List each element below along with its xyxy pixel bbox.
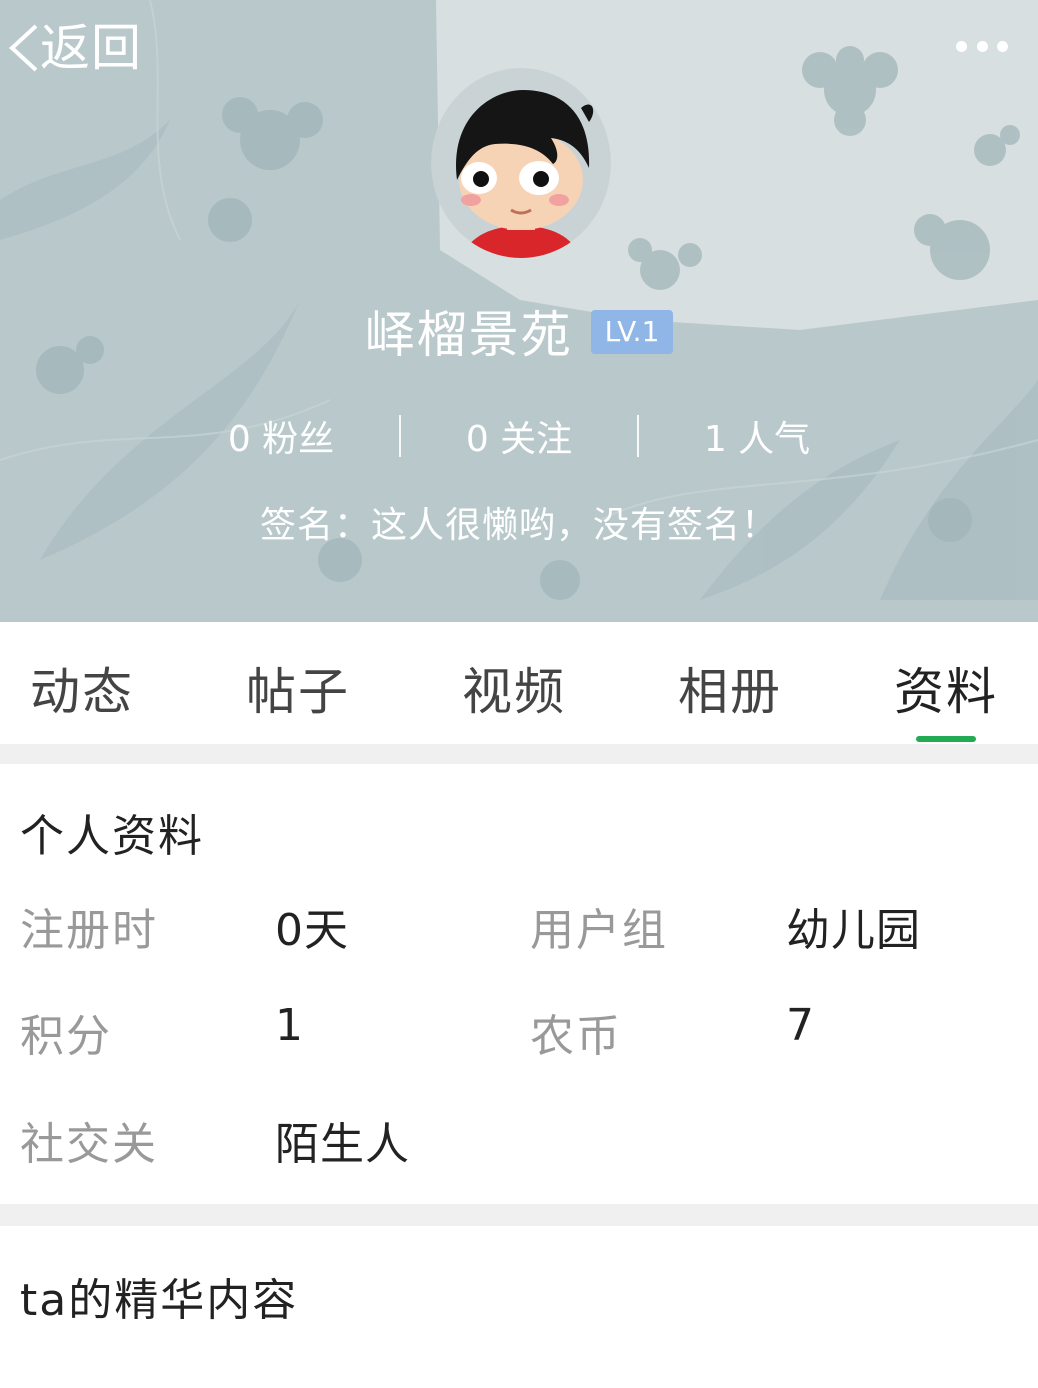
field-label-user-group: 用户组 [530, 905, 668, 956]
field-label-points: 积分 [20, 1011, 112, 1062]
featured-title: ta的精华内容 [20, 1275, 299, 1326]
section-title: 个人资料 [20, 811, 204, 862]
user-name: 峄榴景苑 [364, 306, 573, 364]
section-gap [0, 744, 1038, 764]
stats-row: 0 粉丝 0 关注 1 人气 [0, 410, 1038, 462]
active-tab-indicator [916, 736, 976, 742]
field-value-relation: 陌生人 [275, 1119, 410, 1170]
back-button[interactable]: 返回 [6, 16, 142, 80]
field-value-points: 1 [275, 1000, 304, 1051]
divider [637, 415, 639, 457]
field-label-relation: 社交关 [20, 1119, 158, 1170]
divider [399, 415, 401, 457]
more-dot-icon [997, 40, 1008, 52]
tab-profile-info[interactable]: 资料 [866, 652, 1026, 724]
level-badge: LV.1 [590, 310, 674, 354]
field-value-coins: 7 [786, 1000, 815, 1051]
cartoon-avatar-icon [431, 68, 611, 258]
tab-posts[interactable]: 帖子 [218, 652, 378, 724]
section-gap [0, 1204, 1038, 1226]
tab-bar: 动态 帖子 视频 相册 资料 [0, 622, 1038, 744]
avatar[interactable] [431, 68, 611, 258]
profile-header: 返回 峄榴景苑 LV.1 0 粉丝 0 关注 1 人气 签名：这人很懒哟，没有签… [0, 0, 1038, 622]
featured-content-section: ta的精华内容 [0, 1226, 1038, 1388]
more-dot-icon [976, 40, 988, 52]
tab-videos[interactable]: 视频 [434, 652, 594, 724]
stat-fans[interactable]: 0 粉丝 [163, 410, 399, 462]
back-label: 返回 [40, 19, 142, 77]
name-row: 峄榴景苑 LV.1 [0, 296, 1038, 366]
profile-info-section: 个人资料 注册时 0天 用户组 幼儿园 积分 1 农币 7 社交关 陌生人 [0, 764, 1038, 1204]
field-label-registered: 注册时 [20, 905, 158, 956]
more-dot-icon [956, 40, 967, 52]
field-value-user-group: 幼儿园 [786, 905, 921, 956]
field-label-coins: 农币 [530, 1011, 622, 1062]
stat-following[interactable]: 0 关注 [401, 410, 637, 462]
field-value-registered: 0天 [275, 905, 349, 956]
chevron-left-icon [9, 24, 38, 72]
more-options-button[interactable] [956, 36, 1008, 56]
tab-activity[interactable]: 动态 [2, 652, 162, 724]
signature-text: 签名：这人很懒哟，没有签名！ [259, 505, 778, 546]
stat-popularity[interactable]: 1 人气 [639, 410, 875, 462]
tab-albums[interactable]: 相册 [650, 652, 810, 724]
